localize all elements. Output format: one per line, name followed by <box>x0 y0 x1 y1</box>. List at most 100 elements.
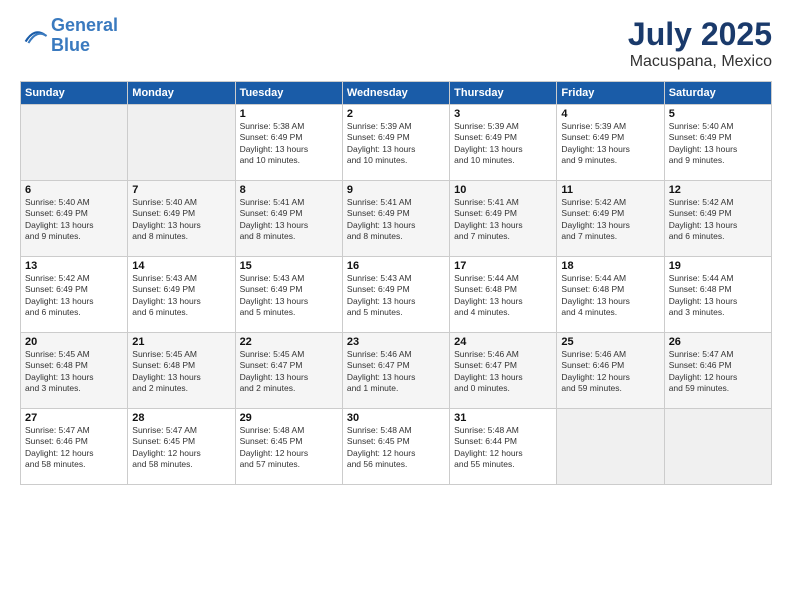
calendar-cell: 25Sunrise: 5:46 AM Sunset: 6:46 PM Dayli… <box>557 333 664 409</box>
calendar-cell: 15Sunrise: 5:43 AM Sunset: 6:49 PM Dayli… <box>235 257 342 333</box>
calendar-cell: 29Sunrise: 5:48 AM Sunset: 6:45 PM Dayli… <box>235 409 342 485</box>
day-number: 8 <box>240 184 338 196</box>
day-number: 14 <box>132 260 230 272</box>
day-info: Sunrise: 5:41 AM Sunset: 6:49 PM Dayligh… <box>454 197 552 243</box>
day-number: 18 <box>561 260 659 272</box>
day-info: Sunrise: 5:48 AM Sunset: 6:45 PM Dayligh… <box>347 425 445 471</box>
day-number: 10 <box>454 184 552 196</box>
day-info: Sunrise: 5:47 AM Sunset: 6:46 PM Dayligh… <box>669 349 767 395</box>
day-number: 25 <box>561 336 659 348</box>
calendar-cell: 26Sunrise: 5:47 AM Sunset: 6:46 PM Dayli… <box>664 333 771 409</box>
calendar-header-tuesday: Tuesday <box>235 82 342 105</box>
day-info: Sunrise: 5:43 AM Sunset: 6:49 PM Dayligh… <box>132 273 230 319</box>
location-title: Macuspana, Mexico <box>628 53 772 71</box>
calendar-header-sunday: Sunday <box>21 82 128 105</box>
day-info: Sunrise: 5:47 AM Sunset: 6:45 PM Dayligh… <box>132 425 230 471</box>
day-info: Sunrise: 5:44 AM Sunset: 6:48 PM Dayligh… <box>561 273 659 319</box>
calendar-cell: 24Sunrise: 5:46 AM Sunset: 6:47 PM Dayli… <box>450 333 557 409</box>
day-number: 20 <box>25 336 123 348</box>
calendar-cell: 2Sunrise: 5:39 AM Sunset: 6:49 PM Daylig… <box>342 105 449 181</box>
day-number: 31 <box>454 412 552 424</box>
logo: General Blue <box>20 16 118 56</box>
calendar-cell: 20Sunrise: 5:45 AM Sunset: 6:48 PM Dayli… <box>21 333 128 409</box>
day-number: 9 <box>347 184 445 196</box>
day-info: Sunrise: 5:43 AM Sunset: 6:49 PM Dayligh… <box>347 273 445 319</box>
calendar-cell: 28Sunrise: 5:47 AM Sunset: 6:45 PM Dayli… <box>128 409 235 485</box>
calendar-cell: 31Sunrise: 5:48 AM Sunset: 6:44 PM Dayli… <box>450 409 557 485</box>
day-info: Sunrise: 5:41 AM Sunset: 6:49 PM Dayligh… <box>240 197 338 243</box>
calendar-cell: 18Sunrise: 5:44 AM Sunset: 6:48 PM Dayli… <box>557 257 664 333</box>
calendar-week-2: 6 Sunrise: 5:40 AM Sunset: 6:49 PM Daylig… <box>21 181 772 257</box>
day-number: 4 <box>561 108 659 120</box>
day-info: Sunrise: 5:45 AM Sunset: 6:48 PM Dayligh… <box>132 349 230 395</box>
calendar-cell: 10Sunrise: 5:41 AM Sunset: 6:49 PM Dayli… <box>450 181 557 257</box>
title-block: July 2025 Macuspana, Mexico <box>628 16 772 71</box>
day-number: 12 <box>669 184 767 196</box>
calendar-cell <box>128 105 235 181</box>
day-number: 29 <box>240 412 338 424</box>
month-title: July 2025 <box>628 16 772 53</box>
day-info: Sunrise: 5:45 AM Sunset: 6:47 PM Dayligh… <box>240 349 338 395</box>
calendar-cell: 19Sunrise: 5:44 AM Sunset: 6:48 PM Dayli… <box>664 257 771 333</box>
calendar-cell <box>664 409 771 485</box>
logo-text: General Blue <box>51 16 118 56</box>
day-number: 30 <box>347 412 445 424</box>
day-info: Sunrise: 5:40 AM Sunset: 6:49 PM Dayligh… <box>669 121 767 167</box>
day-info: Sunrise: 5:48 AM Sunset: 6:44 PM Dayligh… <box>454 425 552 471</box>
calendar-cell: 1Sunrise: 5:38 AM Sunset: 6:49 PM Daylig… <box>235 105 342 181</box>
day-info: Sunrise: 5:42 AM Sunset: 6:49 PM Dayligh… <box>561 197 659 243</box>
calendar-cell: 23Sunrise: 5:46 AM Sunset: 6:47 PM Dayli… <box>342 333 449 409</box>
day-number: 16 <box>347 260 445 272</box>
calendar-cell: 3Sunrise: 5:39 AM Sunset: 6:49 PM Daylig… <box>450 105 557 181</box>
day-info: Sunrise: 5:46 AM Sunset: 6:47 PM Dayligh… <box>347 349 445 395</box>
day-info: Sunrise: 5:39 AM Sunset: 6:49 PM Dayligh… <box>347 121 445 167</box>
day-info: Sunrise: 5:39 AM Sunset: 6:49 PM Dayligh… <box>454 121 552 167</box>
day-info: Sunrise: 5:39 AM Sunset: 6:49 PM Dayligh… <box>561 121 659 167</box>
calendar-cell: 12Sunrise: 5:42 AM Sunset: 6:49 PM Dayli… <box>664 181 771 257</box>
day-number: 6 <box>25 184 123 196</box>
calendar-cell: 21Sunrise: 5:45 AM Sunset: 6:48 PM Dayli… <box>128 333 235 409</box>
day-number: 15 <box>240 260 338 272</box>
day-number: 1 <box>240 108 338 120</box>
calendar-header-wednesday: Wednesday <box>342 82 449 105</box>
day-number: 24 <box>454 336 552 348</box>
day-number: 2 <box>347 108 445 120</box>
calendar-header-row: SundayMondayTuesdayWednesdayThursdayFrid… <box>21 82 772 105</box>
calendar-cell: 8Sunrise: 5:41 AM Sunset: 6:49 PM Daylig… <box>235 181 342 257</box>
day-number: 19 <box>669 260 767 272</box>
page: General Blue July 2025 Macuspana, Mexico… <box>0 0 792 612</box>
day-info: Sunrise: 5:46 AM Sunset: 6:46 PM Dayligh… <box>561 349 659 395</box>
calendar-table: SundayMondayTuesdayWednesdayThursdayFrid… <box>20 81 772 485</box>
day-number: 22 <box>240 336 338 348</box>
calendar-header-monday: Monday <box>128 82 235 105</box>
day-number: 11 <box>561 184 659 196</box>
day-number: 28 <box>132 412 230 424</box>
day-number: 27 <box>25 412 123 424</box>
calendar-cell: 22Sunrise: 5:45 AM Sunset: 6:47 PM Dayli… <box>235 333 342 409</box>
calendar-cell: 17Sunrise: 5:44 AM Sunset: 6:48 PM Dayli… <box>450 257 557 333</box>
calendar-cell <box>21 105 128 181</box>
day-info: Sunrise: 5:42 AM Sunset: 6:49 PM Dayligh… <box>669 197 767 243</box>
day-number: 21 <box>132 336 230 348</box>
day-info: Sunrise: 5:41 AM Sunset: 6:49 PM Dayligh… <box>347 197 445 243</box>
day-number: 17 <box>454 260 552 272</box>
calendar-cell: 4Sunrise: 5:39 AM Sunset: 6:49 PM Daylig… <box>557 105 664 181</box>
logo-icon <box>20 22 48 50</box>
day-number: 3 <box>454 108 552 120</box>
day-info: Sunrise: 5:42 AM Sunset: 6:49 PM Dayligh… <box>25 273 123 319</box>
calendar-cell: 5Sunrise: 5:40 AM Sunset: 6:49 PM Daylig… <box>664 105 771 181</box>
calendar-header-thursday: Thursday <box>450 82 557 105</box>
calendar-cell: 16Sunrise: 5:43 AM Sunset: 6:49 PM Dayli… <box>342 257 449 333</box>
day-info: Sunrise: 5:40 AM Sunset: 6:49 PM Dayligh… <box>132 197 230 243</box>
day-number: 5 <box>669 108 767 120</box>
calendar-cell: 14Sunrise: 5:43 AM Sunset: 6:49 PM Dayli… <box>128 257 235 333</box>
day-info: Sunrise: 5:47 AM Sunset: 6:46 PM Dayligh… <box>25 425 123 471</box>
calendar-cell: 11Sunrise: 5:42 AM Sunset: 6:49 PM Dayli… <box>557 181 664 257</box>
calendar-cell: 13Sunrise: 5:42 AM Sunset: 6:49 PM Dayli… <box>21 257 128 333</box>
calendar-week-3: 13Sunrise: 5:42 AM Sunset: 6:49 PM Dayli… <box>21 257 772 333</box>
calendar-cell: 6Sunrise: 5:40 AM Sunset: 6:49 PM Daylig… <box>21 181 128 257</box>
day-number: 26 <box>669 336 767 348</box>
day-info: Sunrise: 5:38 AM Sunset: 6:49 PM Dayligh… <box>240 121 338 167</box>
calendar-cell: 7Sunrise: 5:40 AM Sunset: 6:49 PM Daylig… <box>128 181 235 257</box>
day-number: 13 <box>25 260 123 272</box>
